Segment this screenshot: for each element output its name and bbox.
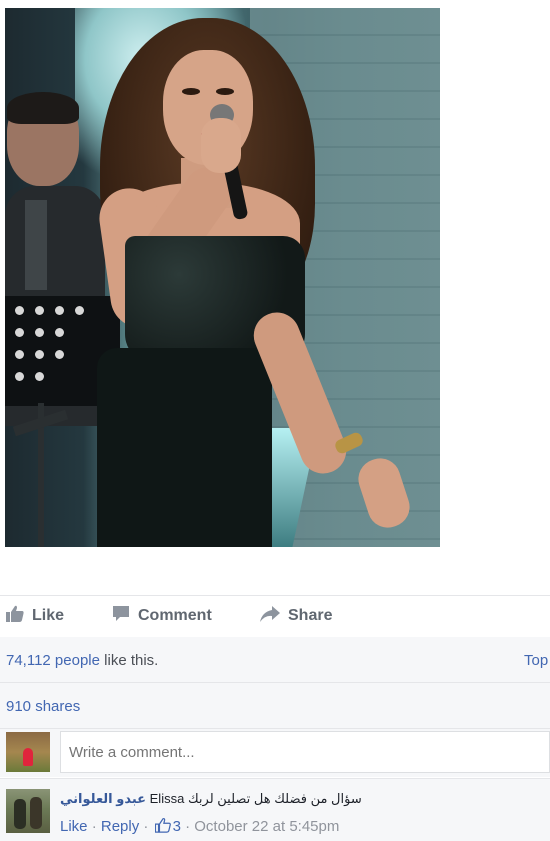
comment-input[interactable]: [60, 731, 550, 773]
meta-separator: ·: [91, 818, 101, 835]
comment-tagged-name[interactable]: Elissa: [150, 791, 185, 806]
comment-bubble-icon: [112, 605, 130, 627]
post-action-bar: Like Comment Share: [0, 596, 550, 636]
photo-musician-hair: [7, 92, 79, 124]
share-button[interactable]: Share: [260, 605, 333, 627]
top-comments-link[interactable]: Top: [524, 652, 548, 669]
comment-label: Comment: [138, 607, 212, 624]
reactions-count-link[interactable]: 74,112 people: [6, 652, 100, 669]
share-arrow-icon: [260, 605, 280, 627]
comment-meta: Like · Reply · 3 · October 22 at 5:45pm: [60, 817, 339, 837]
avatar-figure: [30, 797, 42, 829]
reactions-row: 74,112 people like this. Top: [0, 637, 550, 682]
comment-timestamp[interactable]: October 22 at 5:45pm: [194, 818, 339, 835]
avatar[interactable]: [6, 732, 50, 772]
avatar[interactable]: [6, 789, 50, 833]
reactions-suffix: like this.: [99, 652, 159, 669]
like-button[interactable]: Like: [6, 605, 64, 627]
comment-button[interactable]: Comment: [112, 605, 212, 627]
photo-singer-eye: [182, 88, 200, 95]
avatar-figure: [23, 748, 33, 766]
photo-singer-hand: [201, 118, 241, 173]
comment-body: سؤال من فضلك هل تصلين لربك: [187, 791, 362, 806]
post-photo[interactable]: [5, 8, 440, 547]
thumbs-up-icon: [154, 817, 171, 837]
comment-like-count[interactable]: 3: [173, 818, 181, 835]
reactions-summary: 74,112 people like this.: [6, 652, 158, 669]
comment-text: عبدو العلواني Elissa سؤال من فضلك هل تصل…: [60, 791, 362, 807]
thumbs-up-icon: [6, 605, 24, 627]
comment-composer: [0, 729, 550, 777]
shares-count-link[interactable]: 910 shares: [6, 698, 80, 715]
photo-singer-dress-skirt: [97, 348, 272, 547]
comment-author-link[interactable]: عبدو العلواني: [60, 791, 146, 806]
comment-item: عبدو العلواني Elissa سؤال من فضلك هل تصل…: [0, 779, 550, 841]
meta-separator: ·: [143, 818, 153, 835]
shares-row: 910 shares: [0, 683, 550, 728]
meta-separator: ·: [185, 818, 195, 835]
comment-like-link[interactable]: Like: [60, 818, 88, 835]
like-label: Like: [32, 607, 65, 624]
photo-singer-eye: [216, 88, 234, 95]
photo-musician-tie: [25, 200, 47, 290]
avatar-figure: [14, 799, 26, 829]
comment-reply-link[interactable]: Reply: [101, 818, 139, 835]
share-label: Share: [288, 607, 333, 624]
